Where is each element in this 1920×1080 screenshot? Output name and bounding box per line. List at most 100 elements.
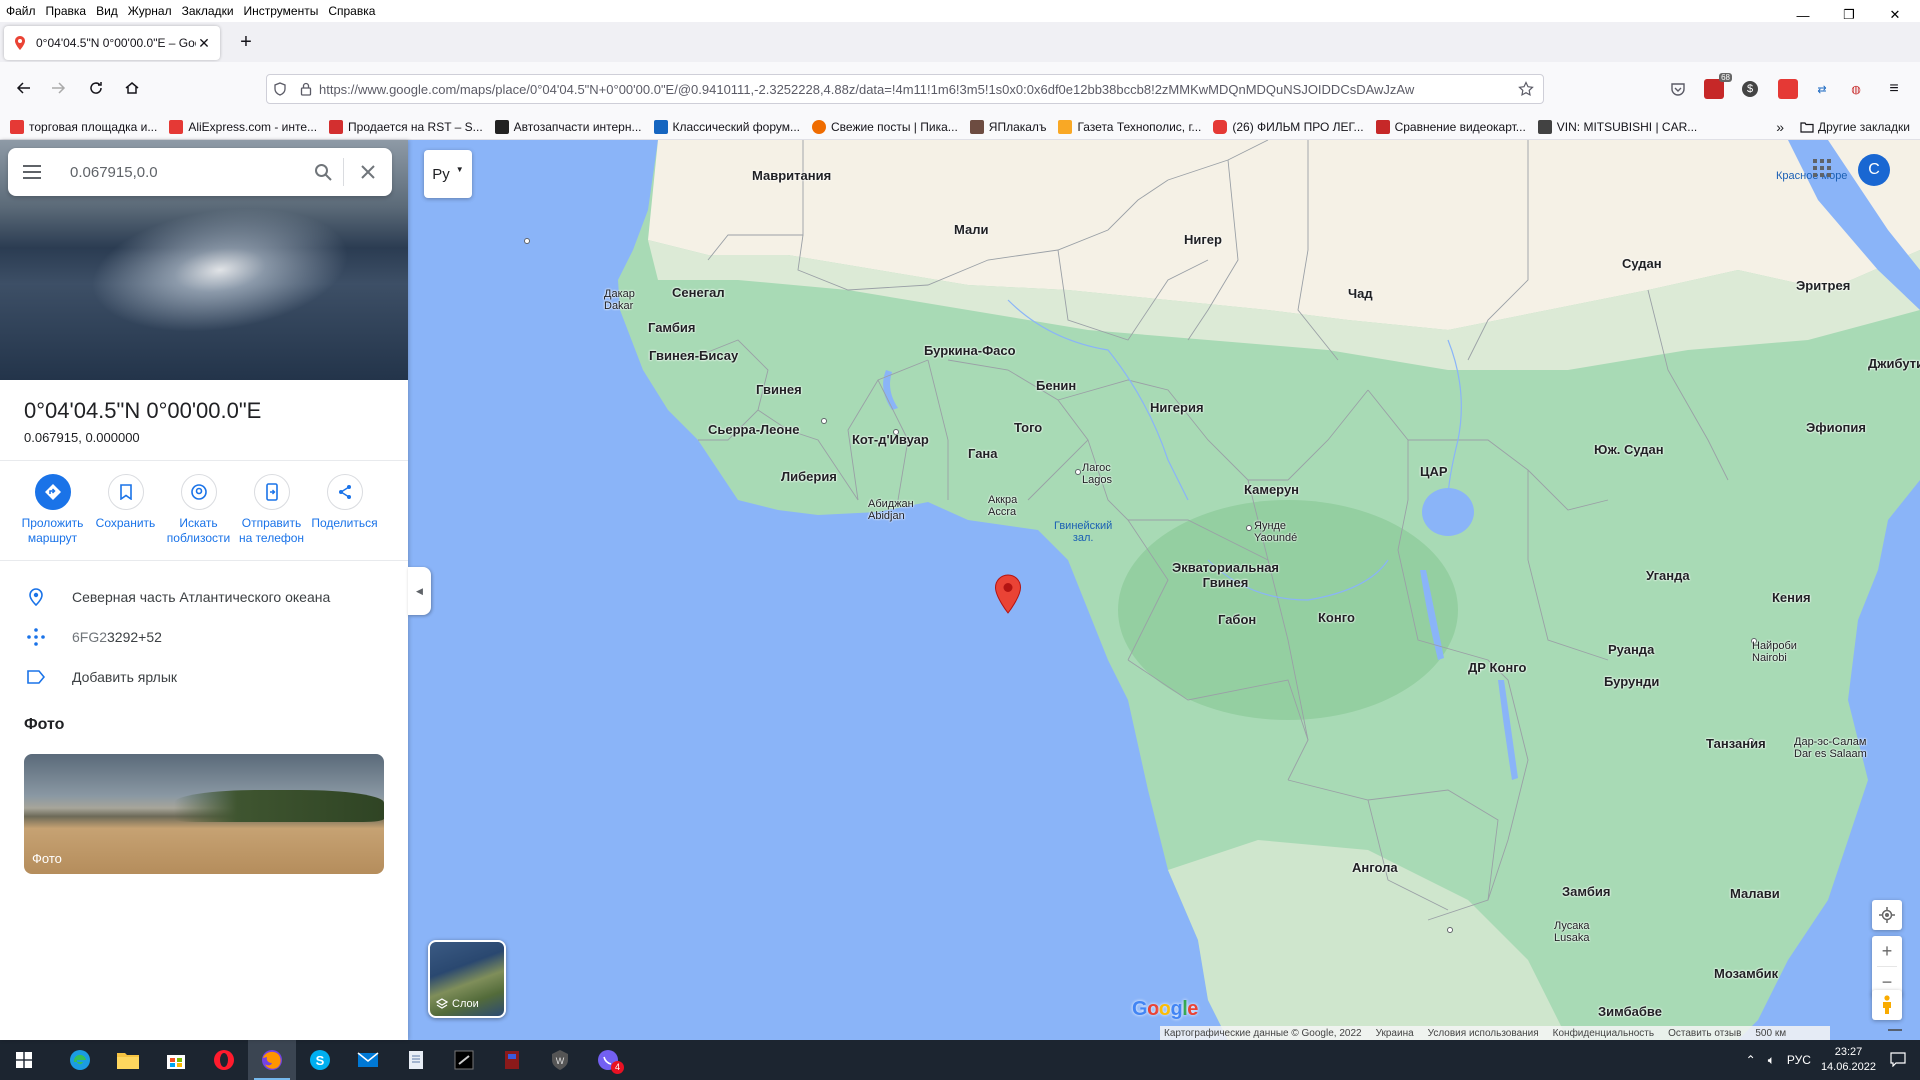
pocket-icon[interactable] xyxy=(1668,79,1688,99)
map-canvas[interactable]: Мавритания Мали Нигер Чад Судан Эритрея … xyxy=(408,140,1920,1040)
red-extension-icon[interactable] xyxy=(1778,79,1798,99)
viber-badge: 4 xyxy=(611,1061,624,1074)
translate-extension-icon[interactable]: ⇄ xyxy=(1812,79,1832,99)
taskbar-skype[interactable]: S xyxy=(296,1040,344,1080)
dollar-extension-icon[interactable]: $ xyxy=(1742,81,1758,97)
bookmark-item[interactable]: Классический форум... xyxy=(653,119,800,134)
url-text[interactable]: https://www.google.com/maps/place/0°04'0… xyxy=(319,82,1513,97)
reload-button[interactable] xyxy=(82,74,110,102)
notepad-icon xyxy=(409,1051,423,1069)
collapse-panel-button[interactable]: ◀ xyxy=(408,567,431,615)
lock-icon[interactable] xyxy=(293,76,319,102)
taskbar-mail[interactable] xyxy=(344,1040,392,1080)
bookmark-favicon-icon xyxy=(1375,119,1390,134)
plus-code-rest: 3292+52 xyxy=(107,629,162,645)
menu-file[interactable]: Файл xyxy=(0,0,41,22)
start-button[interactable] xyxy=(0,1040,48,1080)
my-location-button[interactable] xyxy=(1872,900,1902,930)
info-row-pluscode[interactable]: 6FG23292+52 xyxy=(0,617,408,657)
search-icon[interactable] xyxy=(303,148,343,196)
search-input[interactable] xyxy=(56,152,303,192)
tray-chevron-up-icon[interactable]: ⌃ xyxy=(1746,1053,1756,1067)
chevron-double-right-icon[interactable]: » xyxy=(1776,119,1784,135)
language-selector-button[interactable]: Ру ▼ xyxy=(424,150,472,198)
taskbar-firefox[interactable] xyxy=(248,1040,296,1080)
app-menu-icon[interactable]: ≡ xyxy=(1884,79,1904,99)
taskbar-edge[interactable] xyxy=(56,1040,104,1080)
taskbar-app-dark[interactable] xyxy=(440,1040,488,1080)
account-avatar[interactable]: C xyxy=(1858,154,1890,186)
taskbar-store[interactable] xyxy=(152,1040,200,1080)
location-pin-marker-icon[interactable] xyxy=(994,574,1022,614)
street-view-pegman-button[interactable] xyxy=(1872,990,1902,1020)
info-row-location[interactable]: Северная часть Атлантического океана xyxy=(0,577,408,617)
directions-button[interactable]: Проложить маршрут xyxy=(16,474,89,546)
menu-bookmarks[interactable]: Закладки xyxy=(177,0,239,22)
bookmark-item[interactable]: торговая площадка и... xyxy=(10,119,157,134)
tab-close-icon[interactable]: ✕ xyxy=(196,35,212,52)
menu-bar: Файл Правка Вид Журнал Закладки Инструме… xyxy=(0,0,1920,22)
tanks-game-icon: W xyxy=(552,1050,568,1070)
map-label-kenya: Кения xyxy=(1772,590,1811,605)
shield-icon[interactable] xyxy=(267,76,293,102)
vpn-extension-icon[interactable]: ◍ xyxy=(1846,79,1866,99)
map-label-drc: ДР Конго xyxy=(1468,660,1527,675)
taskbar-app-red[interactable] xyxy=(488,1040,536,1080)
bookmark-item[interactable]: Свежие посты | Пика... xyxy=(812,119,958,134)
map-label-dar-es-salaam: Дар-эс-Салам Dar es Salaam xyxy=(1794,736,1867,760)
attribution-privacy-link[interactable]: Конфиденциальность xyxy=(1553,1028,1654,1039)
map-label-guinea-bissau: Гвинея-Бисау xyxy=(649,348,739,363)
menu-view[interactable]: Вид xyxy=(91,0,123,22)
taskbar-world-of-tanks[interactable]: W xyxy=(536,1040,584,1080)
forward-button[interactable] xyxy=(44,74,72,102)
back-button[interactable] xyxy=(10,74,38,102)
zoom-in-button[interactable]: + xyxy=(1872,936,1902,966)
photo-thumbnail[interactable]: Фото xyxy=(24,754,384,874)
clock[interactable]: 23:27 14.06.2022 xyxy=(1821,1045,1876,1075)
menu-tools[interactable]: Инструменты xyxy=(239,0,324,22)
bookmark-item[interactable]: VIN: MITSUBISHI | CAR... xyxy=(1537,119,1697,134)
navigation-bar: https://www.google.com/maps/place/0°04'0… xyxy=(0,62,1920,120)
menu-hamburger-icon[interactable] xyxy=(8,148,56,196)
send-to-phone-button[interactable]: Отправить на телефон xyxy=(235,474,308,546)
attribution-feedback-link[interactable]: Оставить отзыв xyxy=(1668,1028,1741,1039)
other-bookmarks[interactable]: » Другие закладки xyxy=(1776,119,1910,135)
bookmark-item[interactable]: Сравнение видеокарт... xyxy=(1375,119,1526,134)
clear-search-icon[interactable] xyxy=(344,148,392,196)
directions-label: Проложить маршрут xyxy=(21,516,84,545)
map-label-mali: Мали xyxy=(954,222,989,237)
map-label-gambia: Гамбия xyxy=(648,320,696,335)
taskbar-notepad[interactable] xyxy=(392,1040,440,1080)
menu-help[interactable]: Справка xyxy=(323,0,380,22)
ublock-extension-icon[interactable]: 68 xyxy=(1704,73,1732,99)
nearby-button[interactable]: Искать поблизости xyxy=(162,474,235,546)
share-button[interactable]: Поделиться xyxy=(308,474,381,546)
bookmark-item[interactable]: Газета Технополис, г... xyxy=(1058,119,1201,134)
bookmark-star-icon[interactable] xyxy=(1513,76,1539,102)
info-row-add-label[interactable]: Добавить ярлык xyxy=(0,657,408,697)
tab-google-maps[interactable]: 0°04'04.5"N 0°00'00.0"E – Google ✕ xyxy=(4,26,220,60)
google-apps-grid-icon[interactable] xyxy=(1812,158,1832,178)
taskbar-viber[interactable]: 4 xyxy=(584,1040,632,1080)
attribution-region[interactable]: Украина xyxy=(1376,1028,1414,1039)
menu-edit[interactable]: Правка xyxy=(41,0,92,22)
input-language-indicator[interactable]: РУС xyxy=(1787,1053,1811,1067)
new-tab-button[interactable]: + xyxy=(234,30,258,54)
bookmark-item[interactable]: AliExpress.com - инте... xyxy=(169,119,317,134)
notifications-icon[interactable] xyxy=(1890,1051,1906,1070)
home-button[interactable] xyxy=(118,74,146,102)
caret-down-icon: ▼ xyxy=(455,164,464,174)
save-button[interactable]: Сохранить xyxy=(89,474,162,546)
layers-button[interactable]: Слои xyxy=(428,940,506,1018)
attribution-terms-link[interactable]: Условия использования xyxy=(1428,1028,1539,1039)
menu-history[interactable]: Журнал xyxy=(123,0,177,22)
taskbar-opera[interactable] xyxy=(200,1040,248,1080)
scale-label[interactable]: 500 км xyxy=(1755,1028,1786,1039)
bookmark-item[interactable]: Продается на RST – S... xyxy=(329,119,483,134)
bookmark-item[interactable]: Автозапчасти интерн... xyxy=(494,119,642,134)
taskbar-explorer[interactable] xyxy=(104,1040,152,1080)
address-bar[interactable]: https://www.google.com/maps/place/0°04'0… xyxy=(266,74,1544,104)
volume-icon[interactable]: 🔈︎ xyxy=(1768,1053,1775,1068)
bookmark-item[interactable]: ЯПлакалъ xyxy=(969,119,1046,134)
bookmark-item[interactable]: (26) ФИЛЬМ ПРО ЛЕГ... xyxy=(1213,119,1364,134)
